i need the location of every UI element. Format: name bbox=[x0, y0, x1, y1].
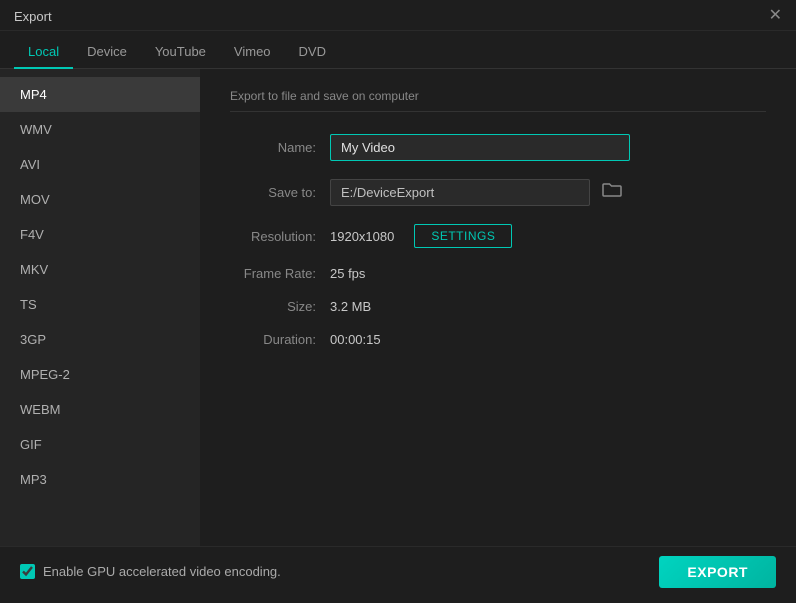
export-button[interactable]: EXPORT bbox=[659, 556, 776, 588]
resolution-label: Resolution: bbox=[230, 229, 330, 244]
tab-bar: Local Device YouTube Vimeo DVD bbox=[0, 31, 796, 69]
tab-local[interactable]: Local bbox=[14, 36, 73, 69]
sidebar-item-mp3[interactable]: MP3 bbox=[0, 462, 200, 497]
save-to-path-input[interactable] bbox=[330, 179, 590, 206]
save-to-label: Save to: bbox=[230, 185, 330, 200]
gpu-checkbox[interactable] bbox=[20, 564, 35, 579]
sidebar-item-webm[interactable]: WEBM bbox=[0, 392, 200, 427]
tab-youtube[interactable]: YouTube bbox=[141, 36, 220, 69]
resolution-row: Resolution: 1920x1080 SETTINGS bbox=[230, 224, 766, 248]
close-button[interactable]: ✕ bbox=[769, 8, 782, 24]
frame-rate-value: 25 fps bbox=[330, 266, 365, 281]
export-settings-panel: Export to file and save on computer Name… bbox=[200, 69, 796, 546]
sidebar-item-mp4[interactable]: MP4 bbox=[0, 77, 200, 112]
duration-value: 00:00:15 bbox=[330, 332, 381, 347]
frame-rate-row: Frame Rate: 25 fps bbox=[230, 266, 766, 281]
size-value: 3.2 MB bbox=[330, 299, 371, 314]
sidebar-item-avi[interactable]: AVI bbox=[0, 147, 200, 182]
sidebar-item-mkv[interactable]: MKV bbox=[0, 252, 200, 287]
sidebar-item-f4v[interactable]: F4V bbox=[0, 217, 200, 252]
sidebar-item-wmv[interactable]: WMV bbox=[0, 112, 200, 147]
gpu-option-row: Enable GPU accelerated video encoding. bbox=[20, 564, 281, 579]
bottom-bar: Enable GPU accelerated video encoding. E… bbox=[0, 546, 796, 596]
name-label: Name: bbox=[230, 140, 330, 155]
sidebar-item-ts[interactable]: TS bbox=[0, 287, 200, 322]
size-row: Size: 3.2 MB bbox=[230, 299, 766, 314]
browse-folder-button[interactable] bbox=[598, 180, 626, 205]
gpu-label[interactable]: Enable GPU accelerated video encoding. bbox=[43, 564, 281, 579]
resolution-value: 1920x1080 bbox=[330, 229, 394, 244]
tab-device[interactable]: Device bbox=[73, 36, 141, 69]
window-title: Export bbox=[14, 9, 52, 24]
tab-vimeo[interactable]: Vimeo bbox=[220, 36, 285, 69]
settings-button[interactable]: SETTINGS bbox=[414, 224, 512, 248]
duration-label: Duration: bbox=[230, 332, 330, 347]
sidebar-item-mov[interactable]: MOV bbox=[0, 182, 200, 217]
format-sidebar: MP4 WMV AVI MOV F4V MKV TS 3GP MPEG-2 WE… bbox=[0, 69, 200, 546]
save-to-row: Save to: bbox=[230, 179, 766, 206]
name-row: Name: bbox=[230, 134, 766, 161]
sidebar-item-gif[interactable]: GIF bbox=[0, 427, 200, 462]
size-label: Size: bbox=[230, 299, 330, 314]
main-content: MP4 WMV AVI MOV F4V MKV TS 3GP MPEG-2 WE… bbox=[0, 69, 796, 546]
tab-dvd[interactable]: DVD bbox=[285, 36, 340, 69]
folder-icon bbox=[602, 182, 622, 198]
sidebar-item-mpeg2[interactable]: MPEG-2 bbox=[0, 357, 200, 392]
duration-row: Duration: 00:00:15 bbox=[230, 332, 766, 347]
frame-rate-label: Frame Rate: bbox=[230, 266, 330, 281]
name-input[interactable] bbox=[330, 134, 630, 161]
sidebar-item-3gp[interactable]: 3GP bbox=[0, 322, 200, 357]
save-to-field-group bbox=[330, 179, 626, 206]
title-bar: Export ✕ bbox=[0, 0, 796, 31]
section-title: Export to file and save on computer bbox=[230, 89, 766, 112]
